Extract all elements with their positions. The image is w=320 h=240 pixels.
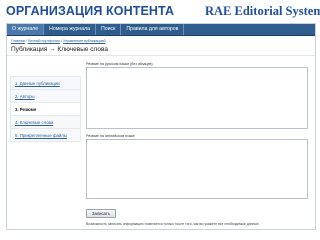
sidebar: 1. Данные публикации 2. Авторы 3. Резюме… — [10, 76, 81, 142]
sidebar-item-authors[interactable]: 2. Авторы — [10, 89, 81, 102]
nav-item-issues[interactable]: Номера журнала — [44, 24, 96, 35]
breadcrumb-home[interactable]: Главная — [11, 39, 25, 43]
sidebar-item-abstract[interactable]: 3. Резюме — [10, 102, 81, 115]
breadcrumb-separator: / — [61, 39, 62, 43]
sidebar-item-publication-data[interactable]: 1. Данные публикации — [10, 76, 81, 89]
nav-item-about[interactable]: О журнале — [7, 24, 45, 35]
page-title: Публикация → Ключевые слова — [7, 43, 315, 56]
abstract-en-label: Резюме на английском языке — [86, 134, 135, 138]
abstract-ru-label: Резюме на русском языке (без абзацев) — [86, 62, 153, 66]
slide-title: ОРГАНИЗАЦИЯ КОНТЕНТА — [6, 4, 175, 18]
save-note: Возможность записать информацию появляет… — [86, 222, 260, 226]
nav-item-search[interactable]: Поиск — [96, 24, 122, 35]
breadcrumb-separator: / — [25, 39, 27, 43]
nav-item-author-rules[interactable]: Правила для авторов — [121, 24, 185, 35]
top-navigation: О журнале Номера журнала Поиск Правила д… — [7, 24, 315, 36]
sidebar-item-label: 5. Прикрепленные файлы — [15, 132, 67, 138]
sidebar-item-keywords[interactable]: 4. Ключевые слова — [10, 115, 81, 128]
breadcrumb-publication[interactable]: Управление публикацией — [63, 39, 105, 43]
sidebar-item-label: 3. Резюме — [15, 106, 37, 112]
slide-subtitle: RAE Editorial System — [205, 4, 320, 18]
sidebar-item-label: 4. Ключевые слова — [15, 119, 54, 125]
save-button[interactable]: Записать — [86, 209, 116, 218]
breadcrumb-portfolio[interactable]: Личный портфолио — [28, 39, 60, 43]
breadcrumb: Главная/Личный портфолио/Управление публ… — [7, 36, 315, 43]
sidebar-item-label: 2. Авторы — [15, 93, 35, 99]
abstract-form: Резюме на русском языке (без абзацев) Ре… — [86, 62, 311, 226]
sidebar-item-attached-files[interactable]: 5. Прикрепленные файлы — [10, 128, 81, 142]
app-screenshot: О журнале Номера журнала Поиск Правила д… — [6, 23, 316, 230]
abstract-ru-textarea[interactable] — [86, 67, 308, 129]
sidebar-item-label: 1. Данные публикации — [15, 80, 60, 86]
abstract-en-textarea[interactable] — [86, 139, 308, 199]
